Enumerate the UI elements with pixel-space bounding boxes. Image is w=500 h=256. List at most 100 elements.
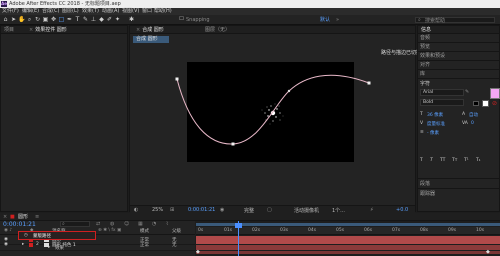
font-family-dropdown[interactable]: Arial [420,89,464,96]
timeline-comp-tab[interactable]: 圆形 [18,213,28,221]
tab-effect-controls[interactable]: × 效果控件 圆形 [29,26,67,34]
frame-blending-icon[interactable]: ▦ [138,221,143,227]
keyframe-diamond[interactable]: ◆ [196,249,200,255]
draft-3d-icon[interactable]: ◍ [110,221,114,227]
fill-color-swatch[interactable] [490,88,500,99]
home-icon[interactable]: ⌂ [2,16,9,23]
parent-header[interactable]: 父级 [172,228,181,234]
stroke-color-swatch[interactable] [482,100,489,107]
menu-view[interactable]: 视图(V) [122,8,139,15]
pan-behind-tool-icon[interactable]: ✥ [50,16,57,23]
ruler-label: 06s [364,228,373,233]
menu-help[interactable]: 帮助(H) [154,8,172,15]
mask-path-name[interactable]: 蒙版路径 [33,233,51,239]
keyframe-handle[interactable] [287,89,291,93]
timeline-search-input[interactable]: ⌕ [60,221,90,227]
pen-tool-icon[interactable]: ✒ [66,16,73,23]
keyframe-handle[interactable] [367,81,371,85]
graph-editor-icon[interactable]: ⌇ [166,221,168,227]
no-color-icon[interactable]: ⊘ [492,100,497,107]
menu-edit[interactable]: 编辑(E) [22,8,39,15]
eraser-tool-icon[interactable]: ◆ [98,16,105,23]
faux-bold-button[interactable]: T [420,158,423,163]
menu-effect[interactable]: 效果(T) [82,8,99,15]
divider [418,51,499,52]
comp-flowchart-icon[interactable]: ⇄ [96,221,100,227]
layer-mode[interactable]: 正常 [140,242,149,248]
leading-value[interactable]: 自动 [469,112,478,118]
tab-info[interactable]: 信息 [421,26,431,34]
rectangle-tool-icon[interactable]: □ [58,16,65,23]
menu-file[interactable]: 文件(F) [2,8,19,15]
libraries-label[interactable]: 库 [420,71,425,77]
visibility-icon[interactable]: ◉ [4,242,8,247]
faux-italic-button[interactable]: T [430,158,433,163]
hand-tool-icon[interactable]: ✋ [18,16,25,23]
layer-name[interactable]: 圆形 纯色 1 [52,242,76,248]
menu-animation[interactable]: 动画(A) [102,8,119,15]
keyframe-handle[interactable] [231,142,235,146]
timeline-track-area[interactable]: 0s 01s 02s 03s 04s 05s 06s 07s 08s 09s 1… [196,221,500,256]
motion-path-overlay[interactable] [129,25,416,212]
layer-label-color[interactable] [29,243,33,247]
preview-label[interactable]: 预览 [420,44,430,50]
font-size-value[interactable]: 36 像素 [427,112,443,118]
right-panel: 信息 音频 预览 效果和预设 对齐 库 字符 Arial ✎ Bold ⊘ T … [417,25,500,212]
small-caps-button[interactable]: Tт [452,158,457,163]
motion-blur-icon[interactable]: ◔ [152,221,156,227]
close-icon[interactable]: × [29,27,33,33]
puppet-tool-icon[interactable]: ✦ [114,16,121,23]
eyedropper-icon[interactable]: ✎ [465,89,469,95]
effects-presets-label[interactable]: 效果和预设 [420,53,445,59]
black-swatch[interactable] [473,101,479,106]
zoom-tool-icon[interactable]: ⌕ [26,16,33,23]
workspace-more[interactable]: » [336,16,339,24]
mode-header[interactable]: 模式 [140,228,149,234]
font-size-icon: T [420,112,423,117]
menu-layer[interactable]: 图层(L) [62,8,79,15]
audio-label[interactable]: 音频 [420,35,430,41]
roto-brush-tool-icon[interactable]: ✐ [106,16,113,23]
time-ruler[interactable]: 0s 01s 02s 03s 04s 05s 06s 07s 08s 09s 1… [196,227,500,235]
motion-path-line[interactable] [176,74,370,145]
all-caps-button[interactable]: TT [440,158,445,163]
close-icon[interactable]: × [3,213,7,221]
tab-menu-icon[interactable]: ≡ [35,213,39,221]
brush-tool-icon[interactable]: ✎ [82,16,89,23]
project-tab-row: 项目 × 效果控件 圆形 [1,26,127,34]
paragraph-label[interactable]: 段落 [420,181,430,187]
keyframe-handle[interactable] [175,77,179,81]
keyframe-diamond[interactable]: ◆ [486,249,490,255]
puppet-pin-icon[interactable]: ✱ [128,16,135,23]
tab-project[interactable]: 项目 [4,26,14,34]
rotate-tool-icon[interactable]: ↻ [34,16,41,23]
superscript-button[interactable]: T¹ [464,158,469,163]
selection-tool-icon[interactable]: ➤ [10,16,17,23]
menu-composition[interactable]: 合成(C) [42,8,59,15]
stroke-width-value[interactable]: - 像素 [427,130,439,136]
snapping-checkbox[interactable]: ☐ [178,16,185,23]
align-label[interactable]: 对齐 [420,62,430,68]
subscript-button[interactable]: T₁ [476,158,481,163]
expand-arrow-icon[interactable]: ▸ [22,242,24,247]
menu-window[interactable]: 窗口 [142,8,152,15]
layer-parent[interactable]: 无 [172,242,177,248]
mask-path-row[interactable]: ◷ 蒙版路径 [18,231,96,240]
stopwatch-icon[interactable]: ◷ [24,233,28,238]
layer-duration-bar[interactable] [196,236,500,244]
ruler-label: 07s [392,228,401,233]
kerning-value[interactable]: 度量标准 [427,121,445,127]
shy-layers-icon[interactable]: ☺ [124,221,129,227]
timeline-timecode[interactable]: 0:00:01:21 [3,221,36,228]
tracking-value[interactable]: 0 [471,121,474,126]
type-tool-icon[interactable]: T [74,16,81,23]
tracker-label[interactable]: 跟踪器 [420,191,435,197]
camera-tool-icon[interactable]: ▣ [42,16,49,23]
character-label[interactable]: 字符 [420,81,430,87]
playhead-handle[interactable] [235,223,242,228]
font-style-dropdown[interactable]: Bold [420,99,464,106]
layer-row[interactable]: ◉ ▸ 2 圆形 纯色 1 正常 无 [0,241,195,250]
workspace-default[interactable]: 默认 [320,16,330,24]
clone-stamp-tool-icon[interactable]: ⊥ [90,16,97,23]
help-search-input[interactable]: ⌕ 搜索帮助 [415,17,495,24]
